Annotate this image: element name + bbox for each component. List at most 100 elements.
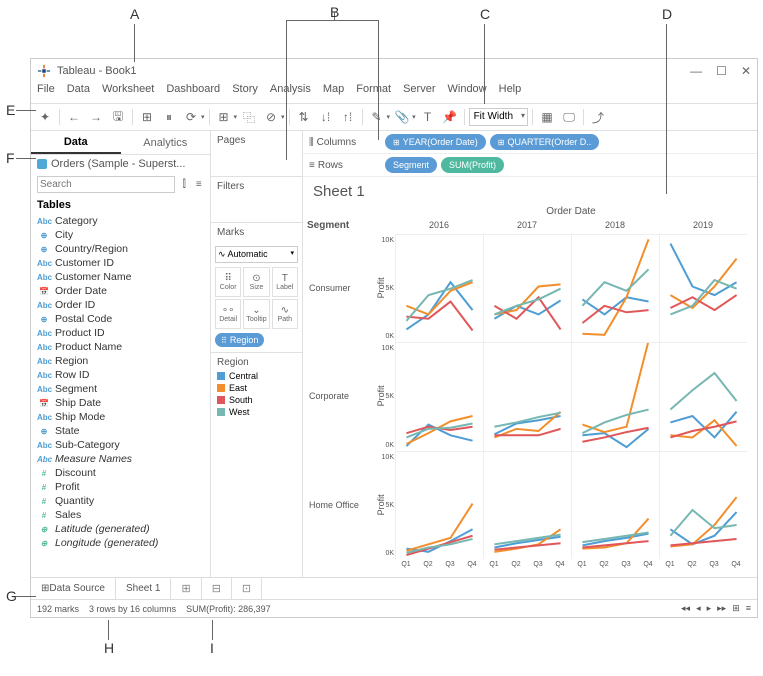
chart-cell[interactable]: 10K5K0K: [395, 451, 483, 559]
menu-file[interactable]: File: [37, 83, 55, 103]
field-postal-code[interactable]: ⊕Postal Code: [31, 312, 210, 326]
field-quantity[interactable]: #Quantity: [31, 494, 210, 508]
sort-asc-button[interactable]: ↓⁞: [316, 107, 336, 127]
pill-year-order-date-[interactable]: ⊞YEAR(Order Date): [385, 134, 486, 150]
share-button[interactable]: ⤴: [588, 107, 608, 127]
menu-analysis[interactable]: Analysis: [270, 83, 311, 103]
nav-first-icon[interactable]: ◂◂: [681, 603, 690, 614]
field-product-name[interactable]: AbcProduct Name: [31, 340, 210, 354]
chart-cell[interactable]: [483, 342, 571, 450]
new-worksheet-button[interactable]: ⊞: [214, 107, 234, 127]
field-ship-mode[interactable]: AbcShip Mode: [31, 410, 210, 424]
view-list-icon[interactable]: ≡: [746, 603, 751, 614]
pause-updates-button[interactable]: ⏸: [159, 107, 179, 127]
chart-cell[interactable]: [571, 451, 659, 559]
field-ship-date[interactable]: 📅Ship Date: [31, 396, 210, 410]
tableau-icon[interactable]: ✦: [35, 107, 55, 127]
group-button[interactable]: 📎: [392, 107, 412, 127]
filters-shelf[interactable]: Filters: [211, 177, 302, 196]
save-button[interactable]: 🖫: [108, 107, 128, 127]
chart-cell[interactable]: [659, 342, 747, 450]
chart-cell[interactable]: 10K5K0K: [395, 342, 483, 450]
field-customer-name[interactable]: AbcCustomer Name: [31, 270, 210, 284]
forward-button[interactable]: →: [86, 107, 106, 127]
field-profit[interactable]: #Profit: [31, 480, 210, 494]
pill-segment[interactable]: Segment: [385, 157, 437, 173]
new-worksheet-tab[interactable]: ⊞: [171, 578, 201, 599]
new-datasource-button[interactable]: ⊞: [137, 107, 157, 127]
field-latitude-generated-[interactable]: ⊕Latitude (generated): [31, 522, 210, 536]
menu-window[interactable]: Window: [448, 83, 487, 103]
clear-button[interactable]: ⊘: [261, 107, 281, 127]
datasource-row[interactable]: Orders (Sample - Superst...: [31, 155, 210, 173]
menu-help[interactable]: Help: [499, 83, 522, 103]
field-longitude-generated-[interactable]: ⊕Longitude (generated): [31, 536, 210, 550]
refresh-button[interactable]: ⟳: [181, 107, 201, 127]
chart-cell[interactable]: [483, 451, 571, 559]
field-city[interactable]: ⊕City: [31, 228, 210, 242]
field-state[interactable]: ⊕State: [31, 424, 210, 438]
mark-tooltip[interactable]: ⌄Tooltip: [243, 299, 269, 329]
swap-button[interactable]: ⇅: [294, 107, 314, 127]
new-dashboard-tab[interactable]: ⊟: [202, 578, 232, 599]
mark-path[interactable]: ∿Path: [272, 299, 298, 329]
duplicate-button[interactable]: ⿻: [239, 107, 259, 127]
menu-worksheet[interactable]: Worksheet: [102, 83, 154, 103]
menu-story[interactable]: Story: [232, 83, 258, 103]
fit-select[interactable]: Fit Width: [469, 108, 528, 126]
labels-button[interactable]: T: [418, 107, 438, 127]
highlight-button[interactable]: ✎: [367, 107, 387, 127]
new-story-tab[interactable]: ⊡: [232, 578, 262, 599]
chart-cell[interactable]: 10K5K0K: [395, 234, 483, 342]
menu-format[interactable]: Format: [356, 83, 391, 103]
chart-cell[interactable]: [571, 342, 659, 450]
analytics-tab[interactable]: Analytics: [121, 131, 211, 154]
field-customer-id[interactable]: AbcCustomer ID: [31, 256, 210, 270]
field-measure-names[interactable]: AbcMeasure Names: [31, 452, 210, 466]
menu-dashboard[interactable]: Dashboard: [166, 83, 220, 103]
field-order-date[interactable]: 📅Order Date: [31, 284, 210, 298]
filter-fields-button[interactable]: ⫿: [179, 178, 190, 192]
sort-desc-button[interactable]: ↑⁞: [338, 107, 358, 127]
sheet-title[interactable]: Sheet 1: [303, 177, 757, 206]
search-input[interactable]: [37, 176, 175, 193]
sheet1-tab[interactable]: Sheet 1: [116, 578, 171, 599]
maximize-button[interactable]: ☐: [716, 64, 727, 78]
chart[interactable]: Order DateSegment2016201720182019Consume…: [307, 206, 747, 577]
chart-cell[interactable]: [571, 234, 659, 342]
presentation-button[interactable]: 🖵: [559, 107, 579, 127]
marks-type-select[interactable]: ∿ Automatic: [215, 246, 298, 263]
minimize-button[interactable]: —: [690, 64, 702, 78]
color-pill-region[interactable]: ⠿Region: [215, 333, 264, 347]
field-segment[interactable]: AbcSegment: [31, 382, 210, 396]
menu-map[interactable]: Map: [323, 83, 344, 103]
field-product-id[interactable]: AbcProduct ID: [31, 326, 210, 340]
chart-cell[interactable]: [483, 234, 571, 342]
pin-button[interactable]: 📌: [440, 107, 460, 127]
field-sub-category[interactable]: AbcSub-Category: [31, 438, 210, 452]
chart-cell[interactable]: [659, 234, 747, 342]
nav-prev-icon[interactable]: ◂: [696, 603, 701, 614]
mark-label[interactable]: TLabel: [272, 267, 298, 297]
legend-item-central[interactable]: Central: [217, 370, 296, 382]
mark-size[interactable]: ⊙Size: [243, 267, 269, 297]
field-discount[interactable]: #Discount: [31, 466, 210, 480]
field-country-region[interactable]: ⊕Country/Region: [31, 242, 210, 256]
data-source-tab[interactable]: ⊞ Data Source: [31, 578, 116, 599]
field-row-id[interactable]: AbcRow ID: [31, 368, 210, 382]
menu-data[interactable]: Data: [67, 83, 90, 103]
data-tab[interactable]: Data: [31, 131, 121, 154]
legend-item-south[interactable]: South: [217, 394, 296, 406]
legend-item-west[interactable]: West: [217, 406, 296, 418]
pill-sum-profit-[interactable]: SUM(Profit): [441, 157, 504, 173]
field-region[interactable]: AbcRegion: [31, 354, 210, 368]
pages-shelf[interactable]: Pages: [211, 131, 302, 150]
legend-item-east[interactable]: East: [217, 382, 296, 394]
field-category[interactable]: AbcCategory: [31, 214, 210, 228]
field-sales[interactable]: #Sales: [31, 508, 210, 522]
menu-server[interactable]: Server: [403, 83, 435, 103]
nav-last-icon[interactable]: ▸▸: [717, 603, 726, 614]
nav-next-icon[interactable]: ▸: [707, 603, 712, 614]
show-me-button[interactable]: ▦: [537, 107, 557, 127]
field-order-id[interactable]: AbcOrder ID: [31, 298, 210, 312]
